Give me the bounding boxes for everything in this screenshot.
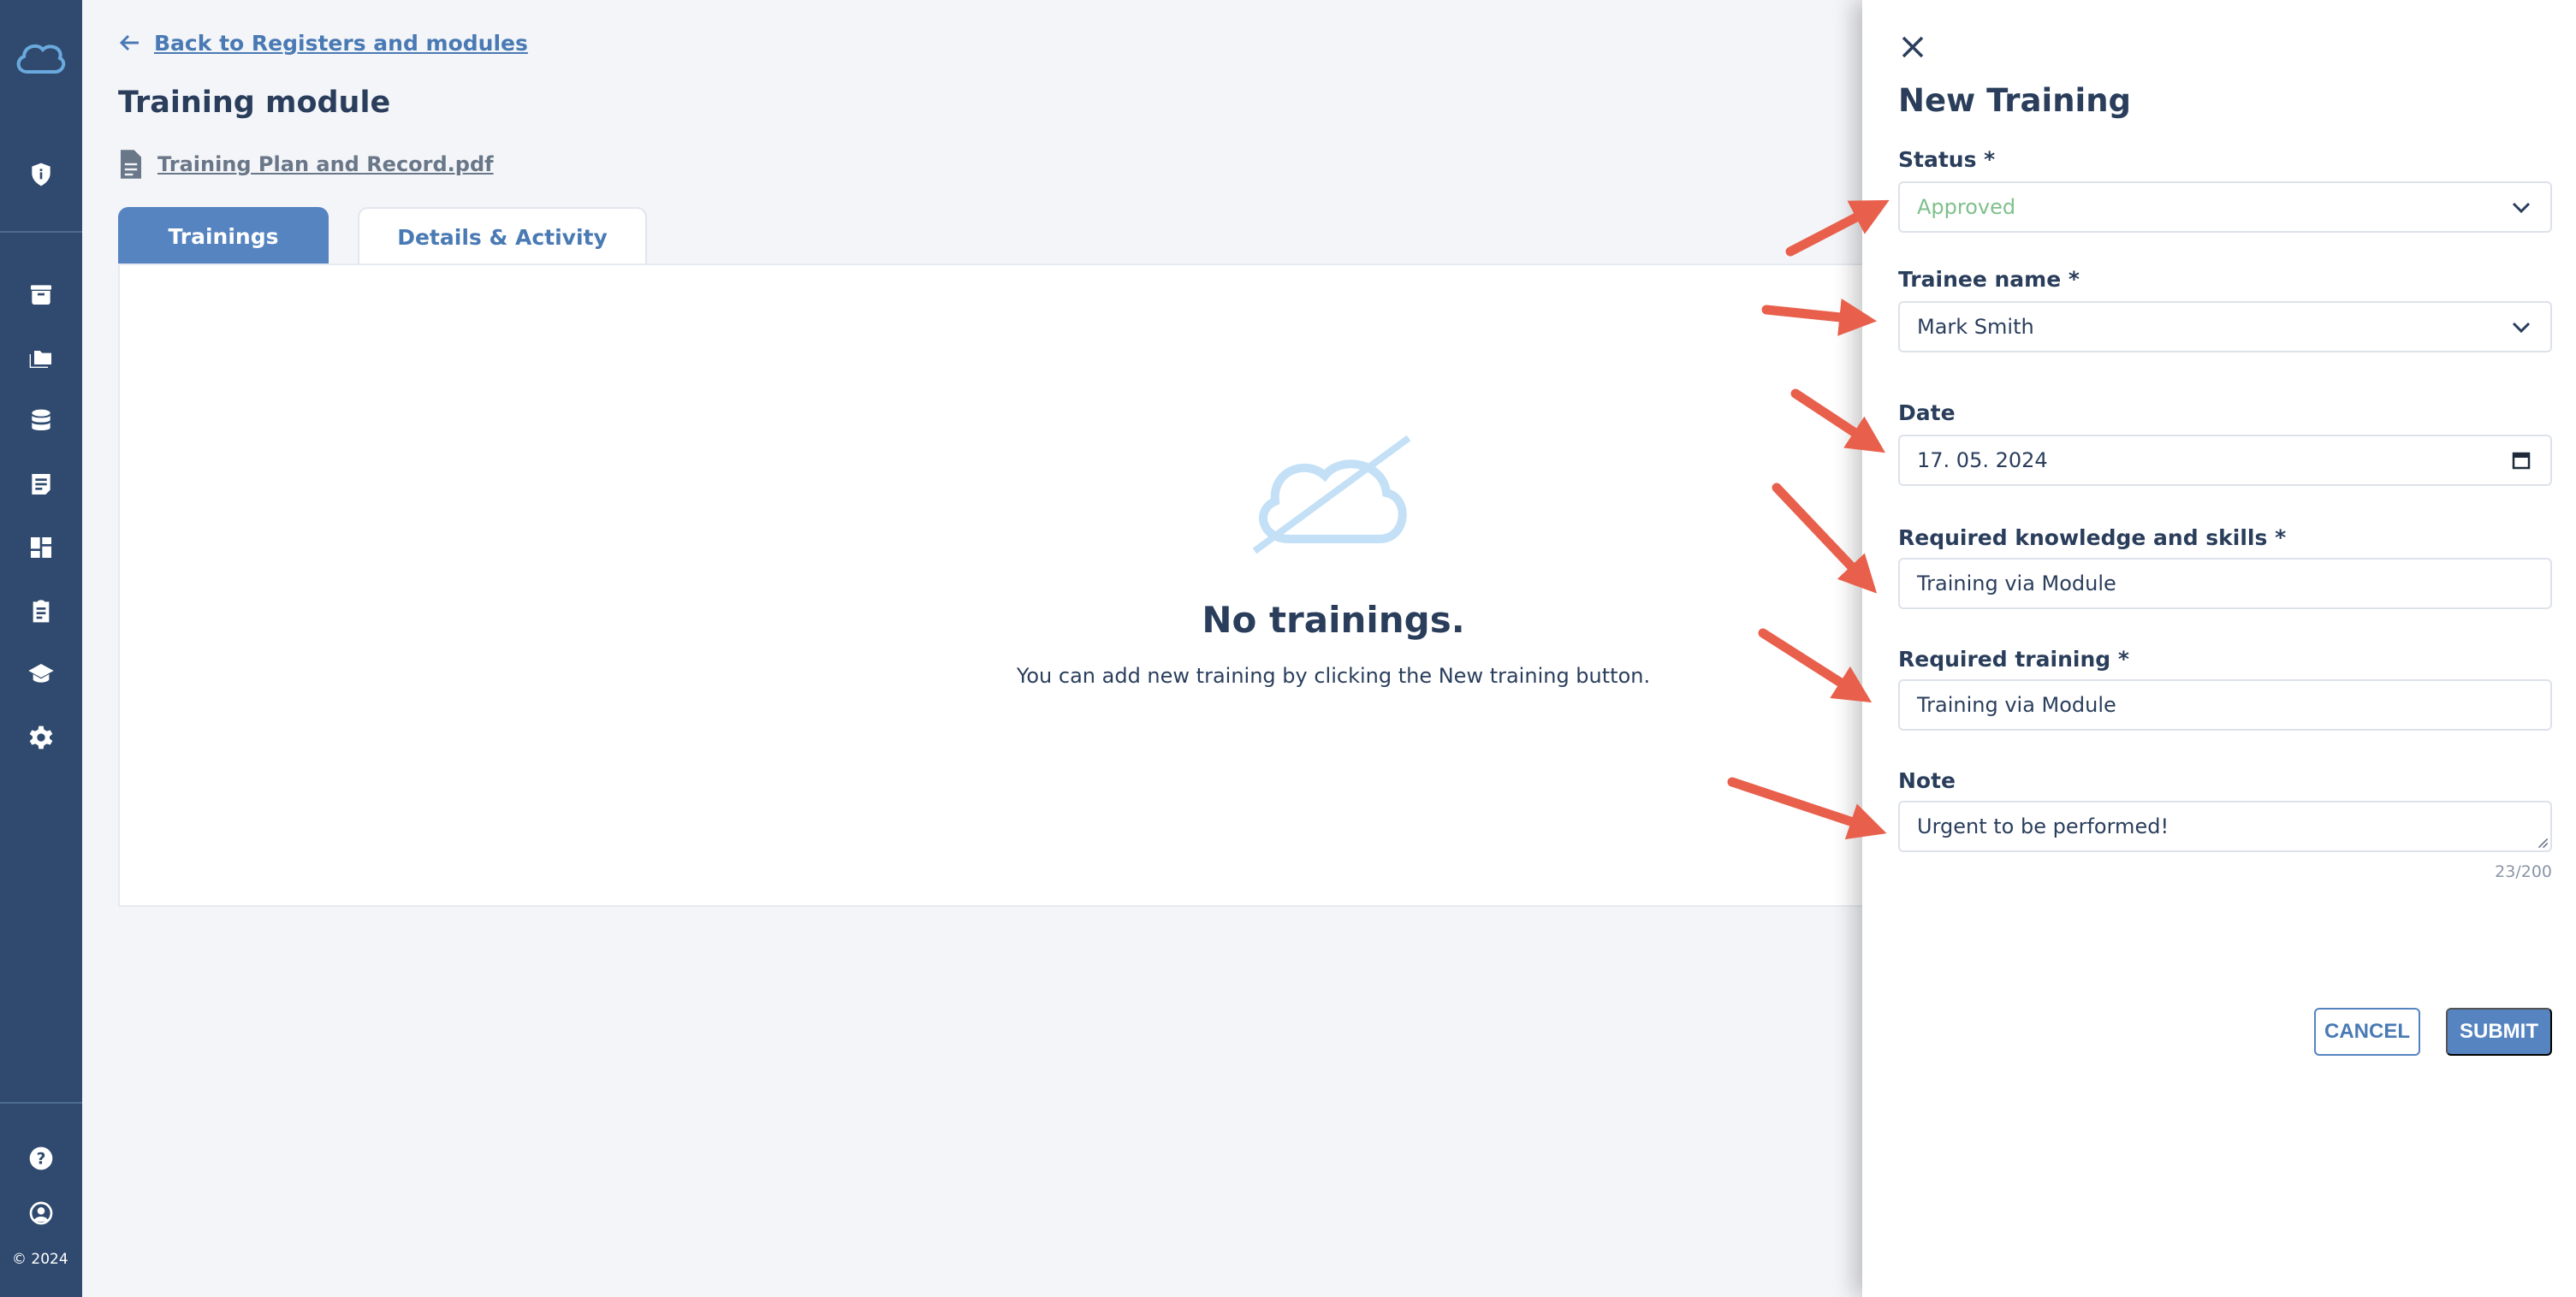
- knowledge-value: Training via Module: [1917, 572, 2116, 595]
- date-input[interactable]: 17. 05. 2024: [1898, 435, 2552, 486]
- file-link[interactable]: Training Plan and Record.pdf: [118, 149, 494, 180]
- note-char-count: 23/200: [2495, 862, 2552, 881]
- sidebar: ? © 2024: [0, 0, 82, 1297]
- back-link-label: Back to Registers and modules: [154, 30, 528, 56]
- note-textarea[interactable]: Urgent to be performed!: [1898, 801, 2552, 852]
- shield-icon[interactable]: [26, 159, 56, 190]
- date-label: Date: [1898, 400, 1956, 425]
- help-icon[interactable]: ?: [26, 1143, 56, 1174]
- document-icon: [121, 150, 141, 179]
- calendar-icon[interactable]: [2509, 448, 2533, 472]
- sidebar-divider: [0, 231, 82, 233]
- knowledge-input[interactable]: Training via Module: [1898, 558, 2552, 609]
- copyright-text: © 2024: [12, 1251, 68, 1268]
- status-select[interactable]: Approved: [1898, 181, 2552, 233]
- trainee-label: Trainee name *: [1898, 267, 2080, 292]
- chevron-down-icon: [2512, 202, 2531, 214]
- page-title: Training module: [118, 86, 391, 120]
- graduation-cap-icon[interactable]: [26, 659, 56, 690]
- trainee-value: Mark Smith: [1917, 315, 2034, 339]
- training-value: Training via Module: [1917, 693, 2116, 717]
- knowledge-label: Required knowledge and skills *: [1898, 525, 2287, 550]
- dashboard-icon[interactable]: [26, 532, 56, 563]
- submit-button[interactable]: SUBMIT: [2446, 1008, 2552, 1056]
- cloud-off-icon: [1252, 435, 1411, 554]
- file-link-label: Training Plan and Record.pdf: [157, 152, 494, 176]
- note-value: Urgent to be performed!: [1917, 814, 2169, 838]
- status-label: Status *: [1898, 147, 1996, 172]
- status-value: Approved: [1917, 195, 2016, 219]
- date-value: 17. 05. 2024: [1917, 448, 2048, 472]
- close-button[interactable]: [1898, 33, 1927, 62]
- new-training-drawer: New Training Status * Approved Trainee n…: [1862, 0, 2576, 1297]
- empty-state-title: No trainings.: [1202, 599, 1465, 641]
- resize-handle-icon[interactable]: [2533, 833, 2549, 849]
- database-icon[interactable]: [26, 406, 56, 436]
- folders-icon[interactable]: [26, 342, 56, 373]
- sidebar-divider: [0, 1102, 82, 1104]
- note-label: Note: [1898, 768, 1956, 793]
- account-icon[interactable]: [26, 1198, 56, 1229]
- trainee-select[interactable]: Mark Smith: [1898, 301, 2552, 352]
- close-icon: [1902, 36, 1924, 58]
- cloud-logo-icon[interactable]: [12, 38, 68, 80]
- gear-icon[interactable]: [26, 722, 56, 753]
- back-link[interactable]: Back to Registers and modules: [116, 29, 528, 56]
- empty-state-subtitle: You can add new training by clicking the…: [1016, 664, 1651, 688]
- drawer-title: New Training: [1898, 82, 2132, 119]
- training-input[interactable]: Training via Module: [1898, 679, 2552, 731]
- arrow-left-icon: [119, 34, 139, 51]
- tab-details-activity[interactable]: Details & Activity: [358, 207, 647, 265]
- archive-icon[interactable]: [26, 279, 56, 310]
- svg-text:?: ?: [37, 1151, 46, 1169]
- clipboard-icon[interactable]: [26, 595, 56, 626]
- chevron-down-icon: [2512, 322, 2531, 334]
- training-label: Required training *: [1898, 647, 2129, 672]
- trainings-panel: [118, 264, 1915, 907]
- notes-icon[interactable]: [26, 469, 56, 500]
- tab-trainings[interactable]: Trainings: [118, 207, 329, 265]
- cancel-button[interactable]: CANCEL: [2314, 1008, 2420, 1056]
